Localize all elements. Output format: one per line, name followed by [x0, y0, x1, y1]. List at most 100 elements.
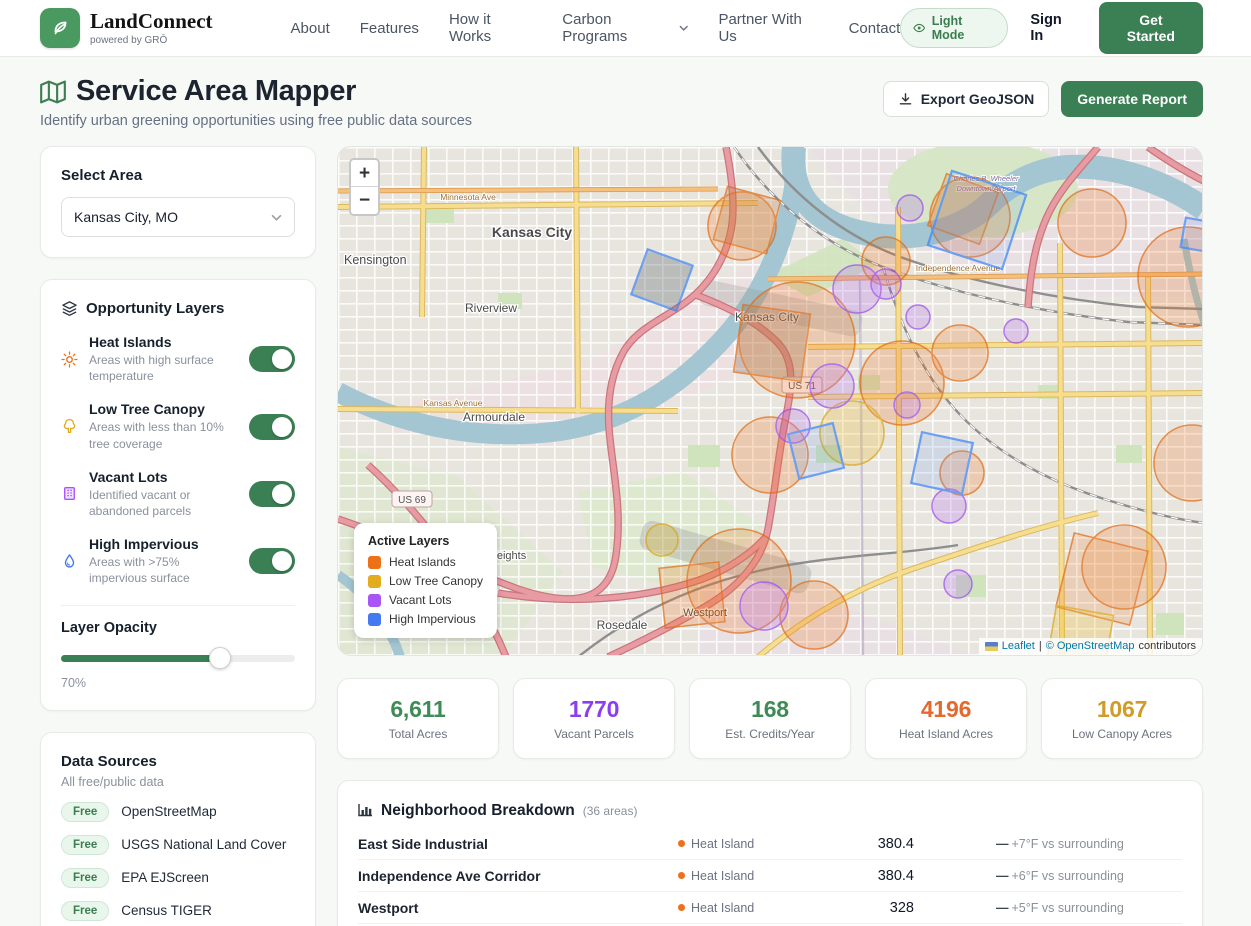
dash-icon: —	[996, 837, 1009, 851]
ukraine-flag-icon	[985, 642, 998, 651]
layers-panel-title: Opportunity Layers	[86, 300, 224, 317]
data-sources-title: Data Sources	[61, 753, 295, 770]
slider-thumb[interactable]	[209, 647, 231, 669]
leaflet-link[interactable]: Leaflet	[1002, 640, 1035, 652]
generate-report-button[interactable]: Generate Report	[1061, 81, 1203, 117]
neighborhood-breakdown-panel: Neighborhood Breakdown (36 areas) East S…	[337, 780, 1203, 926]
stat-vacant-parcels: 1770 Vacant Parcels	[513, 678, 675, 759]
chevron-down-icon	[679, 25, 688, 31]
nav-about[interactable]: About	[291, 20, 330, 37]
data-sources-panel: Data Sources All free/public data Free O…	[40, 732, 316, 926]
area-select[interactable]: Kansas City, MO	[61, 197, 295, 237]
layer-opacity-slider[interactable]	[61, 646, 295, 670]
data-sources-subtitle: All free/public data	[61, 775, 295, 789]
toggle-high-impervious[interactable]	[249, 548, 295, 574]
layer-row-high-impervious: High Impervious Areas with >75% impervio…	[61, 536, 295, 586]
opacity-value: 70%	[61, 676, 295, 690]
map-legend: Active Layers Heat Islands Low Tree Cano…	[354, 523, 497, 638]
stat-total-acres: 6,611 Total Acres	[337, 678, 499, 759]
zoom-in-button[interactable]: +	[351, 160, 378, 187]
page-subtitle: Identify urban greening opportunities us…	[40, 113, 472, 129]
zoom-out-button[interactable]: −	[351, 187, 378, 214]
data-source-row: Free EPA EJScreen	[61, 868, 295, 888]
chevron-down-icon	[271, 214, 282, 221]
nav-features[interactable]: Features	[360, 20, 419, 37]
tree-icon	[61, 418, 79, 435]
sidebar: Select Area Kansas City, MO Opportunity …	[40, 146, 316, 926]
droplet-icon	[61, 553, 79, 570]
legend-swatch-vacant-lots	[368, 594, 381, 607]
nav-contact[interactable]: Contact	[849, 20, 901, 37]
page-header: Service Area Mapper Identify urban green…	[0, 57, 1251, 129]
main-nav: About Features How it Works Carbon Progr…	[291, 11, 901, 45]
toggle-heat-islands[interactable]	[249, 346, 295, 372]
brand-logo[interactable]: LandConnect powered by GRŌ	[40, 8, 213, 48]
layer-row-vacant-lots: Vacant Lots Identified vacant or abandon…	[61, 469, 295, 519]
breakdown-row[interactable]: Westport Heat Island 328 —+5°F vs surrou…	[358, 892, 1182, 924]
svg-text:Kensington: Kensington	[344, 253, 407, 267]
bar-chart-icon	[358, 803, 373, 817]
svg-text:US 69: US 69	[398, 495, 426, 506]
stat-heat-island-acres: 4196 Heat Island Acres	[865, 678, 1027, 759]
map-icon	[40, 80, 66, 104]
get-started-button[interactable]: Get Started	[1099, 2, 1203, 54]
top-nav: LandConnect powered by GRŌ About Feature…	[0, 0, 1251, 57]
opportunity-layers-panel: Opportunity Layers Heat Islands Areas wi…	[40, 279, 316, 711]
breakdown-row[interactable]: East Side Industrial Heat Island 380.4 —…	[358, 828, 1182, 860]
free-badge: Free	[61, 802, 109, 822]
free-badge: Free	[61, 901, 109, 921]
layer-row-low-tree-canopy: Low Tree Canopy Areas with less than 10%…	[61, 401, 295, 451]
export-geojson-button[interactable]: Export GeoJSON	[883, 81, 1050, 117]
svg-text:Rosedale: Rosedale	[597, 618, 648, 632]
legend-swatch-heat-islands	[368, 556, 381, 569]
select-area-title: Select Area	[61, 167, 295, 184]
brand-name: LandConnect	[90, 10, 213, 33]
svg-text:Armourdale: Armourdale	[463, 410, 525, 424]
breakdown-count: (36 areas)	[583, 804, 638, 818]
breakdown-row[interactable]: Independence Ave Corridor Heat Island 38…	[358, 860, 1182, 892]
heat-island-dot	[678, 840, 685, 847]
toggle-low-tree-canopy[interactable]	[249, 414, 295, 440]
openstreetmap-link[interactable]: © OpenStreetMap	[1046, 640, 1135, 652]
nav-partner-with-us[interactable]: Partner With Us	[718, 11, 818, 45]
dash-icon: —	[996, 869, 1009, 883]
svg-text:Kansas Avenue: Kansas Avenue	[424, 398, 483, 408]
legend-swatch-low-tree-canopy	[368, 575, 381, 588]
map-zoom-control: + −	[349, 158, 380, 216]
light-mode-toggle[interactable]: Light Mode	[900, 8, 1008, 48]
sun-icon	[61, 351, 79, 368]
free-badge: Free	[61, 868, 109, 888]
data-source-row: Free USGS National Land Cover	[61, 835, 295, 855]
legend-title: Active Layers	[368, 534, 483, 548]
free-badge: Free	[61, 835, 109, 855]
legend-item: Heat Islands	[368, 555, 483, 569]
dash-icon: —	[996, 901, 1009, 915]
sign-in-link[interactable]: Sign In	[1030, 12, 1076, 44]
legend-item: Low Tree Canopy	[368, 574, 483, 588]
toggle-vacant-lots[interactable]	[249, 481, 295, 507]
svg-text:Minnesota Ave: Minnesota Ave	[440, 192, 496, 202]
map-container[interactable]: Kansas City Kensington Riverview Kansas …	[337, 146, 1203, 656]
divider	[61, 605, 295, 606]
nav-carbon-programs[interactable]: Carbon Programs	[562, 11, 688, 45]
building-icon	[61, 485, 79, 502]
nav-how-it-works[interactable]: How it Works	[449, 11, 532, 45]
eye-icon	[913, 23, 925, 33]
stats-row: 6,611 Total Acres 1770 Vacant Parcels 16…	[337, 678, 1203, 759]
page-title: Service Area Mapper	[76, 75, 356, 108]
data-source-row: Free OpenStreetMap	[61, 802, 295, 822]
legend-item: Vacant Lots	[368, 593, 483, 607]
breakdown-title: Neighborhood Breakdown	[381, 802, 575, 820]
heat-island-dot	[678, 904, 685, 911]
slider-fill	[61, 655, 220, 662]
data-source-row: Free Census TIGER	[61, 901, 295, 921]
stat-low-canopy-acres: 1067 Low Canopy Acres	[1041, 678, 1203, 759]
layers-icon	[61, 300, 78, 317]
leaf-logo-icon	[40, 8, 80, 48]
legend-swatch-high-impervious	[368, 613, 381, 626]
brand-tagline: powered by GRŌ	[90, 35, 213, 46]
legend-item: High Impervious	[368, 612, 483, 626]
heat-island-dot	[678, 872, 685, 879]
select-area-panel: Select Area Kansas City, MO	[40, 146, 316, 258]
layer-row-heat-islands: Heat Islands Areas with high surface tem…	[61, 334, 295, 384]
